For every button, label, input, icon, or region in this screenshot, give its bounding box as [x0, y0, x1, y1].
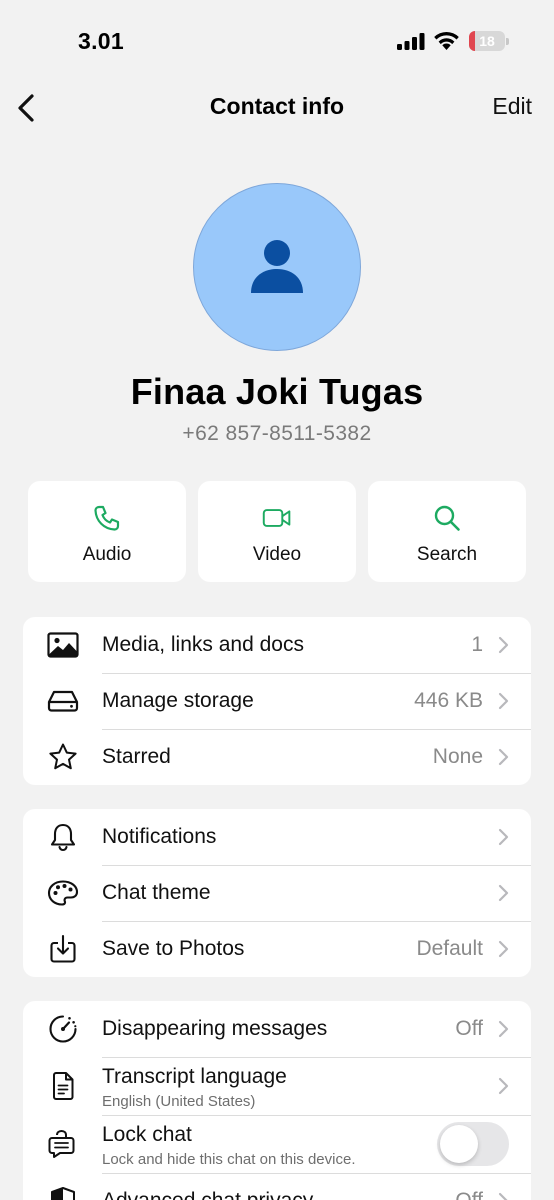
chevron-right-icon — [498, 940, 509, 958]
bell-icon — [50, 823, 76, 852]
lock-chat-toggle[interactable] — [437, 1122, 509, 1166]
advanced-chat-privacy-row[interactable]: Advanced chat privacy Off — [23, 1173, 531, 1200]
row-value: Default — [416, 937, 483, 960]
row-label: Media, links and docs — [102, 633, 304, 656]
chevron-right-icon — [498, 636, 509, 654]
privacy-section: Disappearing messages Off Transcript lan… — [23, 1001, 531, 1200]
palette-icon — [47, 880, 79, 906]
star-icon — [49, 743, 77, 770]
row-value: Off — [455, 1189, 483, 1200]
row-label: Manage storage — [102, 689, 254, 712]
avatar[interactable] — [193, 183, 361, 351]
audio-call-button[interactable]: Audio — [28, 481, 186, 582]
edit-button[interactable]: Edit — [492, 93, 532, 120]
row-sublabel: English (United States) — [102, 1093, 256, 1110]
video-call-button[interactable]: Video — [198, 481, 356, 582]
storage-drive-icon — [47, 690, 79, 712]
chevron-right-icon — [498, 828, 509, 846]
row-label: Lock chat — [102, 1123, 192, 1146]
chevron-right-icon — [498, 692, 509, 710]
shield-icon — [51, 1187, 75, 1200]
row-label: Advanced chat privacy — [102, 1189, 313, 1200]
lock-chat-row: Lock chat Lock and hide this chat on thi… — [23, 1115, 531, 1173]
row-value: Off — [455, 1017, 483, 1040]
row-label: Starred — [102, 745, 171, 768]
chevron-right-icon — [498, 1077, 509, 1095]
disappearing-messages-row[interactable]: Disappearing messages Off — [23, 1001, 531, 1057]
timer-icon — [49, 1015, 77, 1043]
video-label: Video — [252, 544, 302, 565]
row-label: Chat theme — [102, 881, 211, 904]
contact-name: Finaa Joki Tugas — [130, 371, 424, 412]
wifi-icon — [434, 31, 459, 50]
manage-storage-row[interactable]: Manage storage 446 KB — [23, 673, 531, 729]
row-label: Transcript language — [102, 1065, 287, 1088]
row-sublabel: Lock and hide this chat on this device. — [102, 1151, 356, 1168]
photo-icon — [47, 632, 79, 658]
starred-row[interactable]: Starred None — [23, 729, 531, 785]
notifications-row[interactable]: Notifications — [23, 809, 531, 865]
video-camera-icon — [262, 509, 291, 527]
search-button[interactable]: Search — [368, 481, 526, 582]
page-title: Contact info — [209, 93, 345, 119]
download-tray-icon — [50, 934, 76, 963]
chevron-right-icon — [498, 884, 509, 902]
battery-level: 18 — [479, 33, 495, 49]
media-section: Media, links and docs 1 Manage storage 4… — [23, 617, 531, 785]
contact-phone: +62 857-8511-5382 — [182, 422, 372, 445]
row-label: Notifications — [102, 825, 217, 848]
row-value: None — [432, 745, 483, 768]
search-label: Search — [416, 544, 478, 565]
chat-theme-row[interactable]: Chat theme — [23, 865, 531, 921]
audio-label: Audio — [82, 544, 132, 565]
chevron-right-icon — [498, 1020, 509, 1038]
chevron-right-icon — [498, 748, 509, 766]
chevron-right-icon — [498, 1192, 508, 1200]
battery-indicator: 18 — [469, 31, 509, 51]
search-icon — [434, 505, 460, 531]
phone-icon — [94, 505, 120, 531]
transcript-language-row[interactable]: Transcript language English (United Stat… — [23, 1057, 531, 1115]
chat-settings-section: Notifications Chat theme Save to Photos … — [23, 809, 531, 977]
person-icon — [251, 240, 303, 293]
media-links-docs-row[interactable]: Media, links and docs 1 — [23, 617, 531, 673]
row-label: Save to Photos — [102, 937, 245, 960]
status-bar: 3.01 18 — [0, 0, 554, 80]
row-value: 1 — [471, 633, 483, 656]
row-label: Disappearing messages — [102, 1017, 328, 1040]
document-icon — [53, 1072, 74, 1100]
save-to-photos-row[interactable]: Save to Photos Default — [23, 921, 531, 977]
cellular-signal-icon — [397, 33, 425, 50]
status-time: 3.01 — [78, 28, 124, 54]
lock-chat-icon — [48, 1129, 75, 1158]
row-value: 446 KB — [414, 689, 483, 712]
